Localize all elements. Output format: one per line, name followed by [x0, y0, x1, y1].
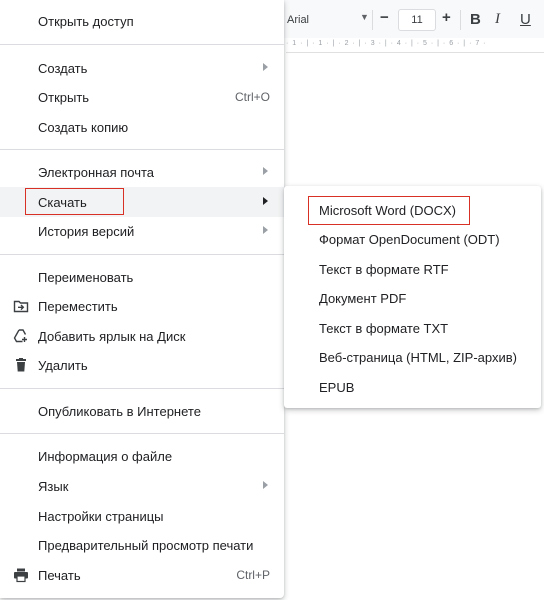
download-odt[interactable]: Формат OpenDocument (ODT)	[284, 224, 541, 253]
printer-icon	[13, 567, 29, 583]
menu-item-open[interactable]: Открыть Ctrl+O	[0, 82, 284, 112]
download-submenu: Microsoft Word (DOCX) Формат OpenDocumen…	[284, 186, 541, 408]
increase-font-size-button[interactable]: +	[442, 9, 451, 26]
submenu-item-label: Microsoft Word (DOCX)	[319, 203, 456, 218]
submenu-item-label: EPUB	[319, 380, 355, 395]
bold-button[interactable]: B	[470, 11, 481, 28]
menu-item-label: Переименовать	[38, 270, 134, 285]
menu-item-download[interactable]: Скачать	[0, 187, 284, 217]
menu-item-publish[interactable]: Опубликовать в Интернете	[0, 396, 284, 426]
menu-item-label: Создать	[38, 61, 88, 76]
menu-item-label: Язык	[38, 479, 69, 494]
italic-button[interactable]: I	[495, 11, 500, 28]
menu-item-email[interactable]: Электронная почта	[0, 157, 284, 187]
file-menu: Открыть доступ Создать Открыть Ctrl+O Со…	[0, 0, 284, 598]
menu-item-version-history[interactable]: История версий	[0, 216, 284, 246]
trash-icon	[13, 357, 29, 373]
menu-item-page-setup[interactable]: Настройки страницы	[0, 501, 284, 531]
menu-item-label: Создать копию	[38, 120, 129, 135]
menu-item-print-preview[interactable]: Предварительный просмотр печати	[0, 530, 284, 560]
submenu-item-label: Формат OpenDocument (ODT)	[319, 232, 500, 247]
submenu-arrow-icon	[263, 481, 268, 489]
menu-item-shortcut: Ctrl+P	[236, 568, 270, 582]
font-size-input[interactable]: 11	[398, 9, 436, 31]
menu-item-label: Электронная почта	[38, 165, 155, 180]
menu-item-label: Открыть доступ	[38, 14, 134, 29]
horizontal-ruler[interactable]: · 1 · | · 1 · | · 2 · | · 3 · | · 4 · | …	[286, 38, 544, 53]
menu-item-move[interactable]: Переместить	[0, 291, 284, 321]
submenu-arrow-icon	[263, 197, 268, 205]
submenu-item-label: Текст в формате TXT	[319, 321, 449, 336]
menu-item-label: Настройки страницы	[38, 509, 164, 524]
submenu-item-label: Текст в формате RTF	[319, 262, 449, 277]
menu-item-shortcut: Ctrl+O	[234, 90, 270, 104]
menu-item-label: История версий	[38, 224, 135, 239]
toolbar-divider	[460, 10, 461, 30]
menu-item-language[interactable]: Язык	[0, 471, 284, 501]
font-family-select[interactable]: Arial	[287, 14, 309, 26]
toolbar-divider	[372, 10, 373, 30]
menu-divider	[0, 433, 284, 434]
menu-item-label: Скачать	[38, 195, 87, 210]
decrease-font-size-button[interactable]: −	[380, 9, 389, 26]
menu-item-delete[interactable]: Удалить	[0, 350, 284, 380]
menu-divider	[0, 254, 284, 255]
underline-button[interactable]: U	[520, 11, 531, 28]
download-docx[interactable]: Microsoft Word (DOCX)	[284, 195, 541, 224]
submenu-arrow-icon	[263, 63, 268, 71]
submenu-arrow-icon	[263, 167, 268, 175]
download-txt[interactable]: Текст в формате TXT	[284, 313, 541, 342]
folder-move-icon	[13, 298, 29, 314]
menu-item-file-info[interactable]: Информация о файле	[0, 441, 284, 471]
menu-item-rename[interactable]: Переименовать	[0, 262, 284, 292]
submenu-item-label: Веб-страница (HTML, ZIP-архив)	[319, 350, 517, 365]
menu-item-copy[interactable]: Создать копию	[0, 112, 284, 142]
download-epub[interactable]: EPUB	[284, 372, 541, 401]
menu-item-print[interactable]: Печать Ctrl+P	[0, 560, 284, 590]
menu-item-label: Переместить	[38, 299, 118, 314]
menu-item-label: Опубликовать в Интернете	[38, 404, 201, 419]
download-html[interactable]: Веб-страница (HTML, ZIP-архив)	[284, 342, 541, 371]
menu-divider	[0, 44, 284, 45]
drive-shortcut-icon	[13, 328, 29, 344]
menu-item-share[interactable]: Открыть доступ	[0, 6, 284, 36]
menu-item-label: Добавить ярлык на Диск	[38, 329, 186, 344]
download-rtf[interactable]: Текст в формате RTF	[284, 254, 541, 283]
download-pdf[interactable]: Документ PDF	[284, 283, 541, 312]
menu-item-label: Удалить	[38, 358, 88, 373]
ruler-ticks: · 1 · | · 1 · | · 2 · | · 3 · | · 4 · | …	[286, 40, 487, 47]
menu-item-create[interactable]: Создать	[0, 53, 284, 83]
menu-item-label: Информация о файле	[38, 449, 173, 464]
menu-divider	[0, 149, 284, 150]
font-family-caret-icon[interactable]: ▼	[360, 12, 369, 22]
menu-divider	[0, 388, 284, 389]
submenu-item-label: Документ PDF	[319, 291, 407, 306]
menu-item-add-shortcut[interactable]: Добавить ярлык на Диск	[0, 321, 284, 351]
submenu-arrow-icon	[263, 226, 268, 234]
menu-item-label: Печать	[38, 568, 81, 583]
menu-item-label: Открыть	[38, 90, 90, 105]
menu-item-label: Предварительный просмотр печати	[38, 538, 254, 553]
